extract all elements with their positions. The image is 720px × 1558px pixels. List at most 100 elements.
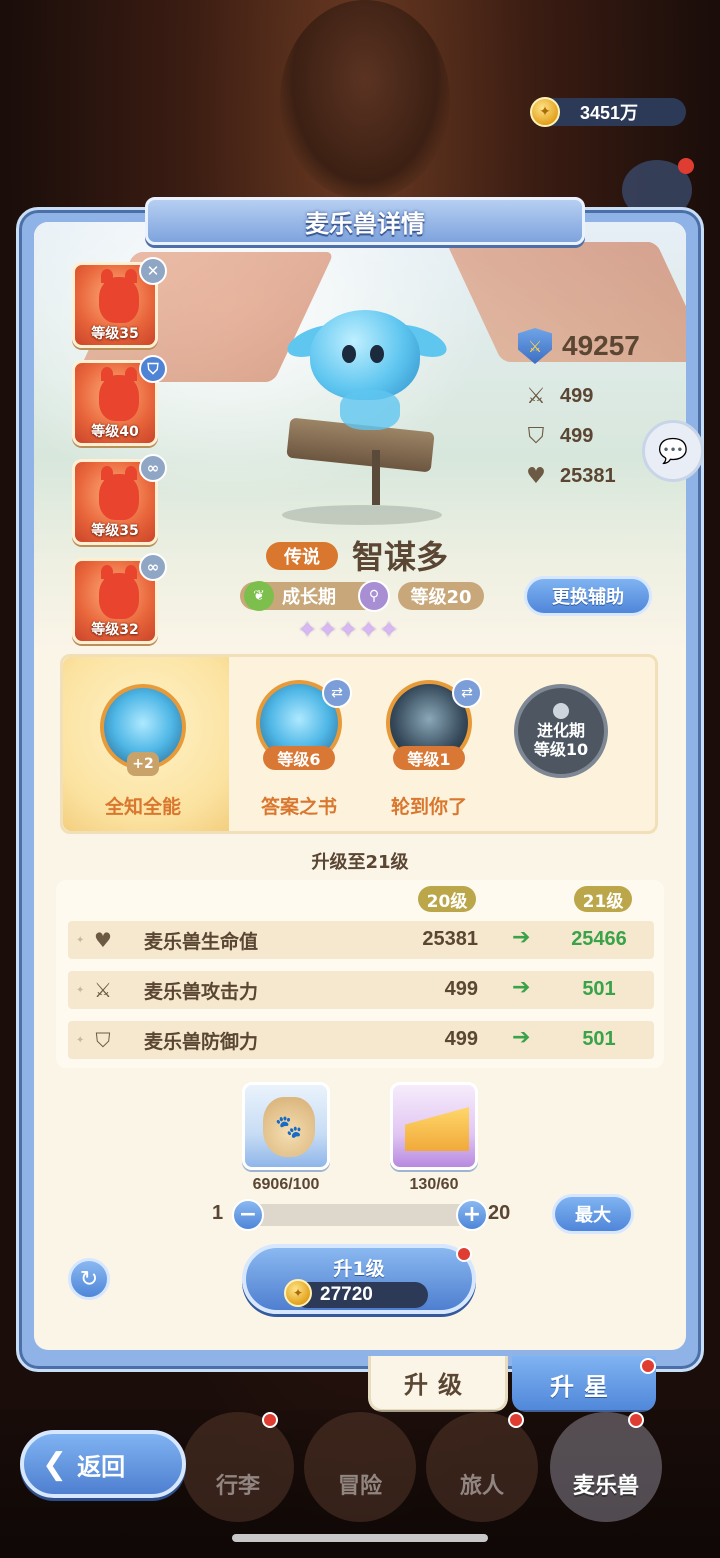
row-next: 501 [582, 1028, 616, 1050]
gold-coin-icon: ✦ [284, 1279, 312, 1307]
row-current: 499 [444, 1028, 478, 1050]
row-label: 麦乐兽攻击力 [144, 981, 259, 1003]
gold-currency-display: ✦ 3451万 [530, 97, 686, 127]
slider-min-value: 1 [212, 1202, 224, 1224]
bullet-dot: ✦ [76, 935, 85, 946]
skill-slot-1-name: 答案之书 [260, 796, 337, 818]
skill-slot-2-name: 轮到你了 [390, 796, 467, 818]
change-assist-button[interactable]: 更换辅助 [524, 576, 652, 616]
star-icon: ✦ [359, 618, 378, 643]
star-rating: ✦ ✦ ✦ ✦ ✦ [298, 618, 398, 643]
material-count: 6906/100 [252, 1176, 320, 1193]
tab-star-up[interactable]: 升星 [512, 1356, 656, 1412]
upgrade-target-title: 升级至21级 [311, 852, 409, 873]
bullet-dot: ✦ [76, 985, 85, 996]
row-next: 25466 [571, 928, 627, 950]
heart-icon: ♥ [526, 463, 546, 489]
star-icon: ✦ [318, 618, 337, 643]
row-current: 499 [444, 978, 478, 1000]
attack-stat: ⚔ 499 [522, 382, 593, 410]
team-member-card[interactable]: 等级35 ∞ [72, 454, 167, 545]
plus-button[interactable]: + [456, 1199, 488, 1231]
team-member-portrait [99, 565, 139, 619]
pet-shadow [282, 505, 442, 525]
shield-icon: ⛉ [139, 355, 167, 383]
hp-stat: ♥ 25381 [522, 462, 616, 490]
nav-pets[interactable]: 麦乐兽 [550, 1412, 662, 1522]
main-skill-icon[interactable]: +2 [100, 684, 186, 776]
chat-button[interactable]: 💬 [642, 420, 704, 482]
notification-dot [628, 1412, 644, 1428]
minus-button[interactable]: − [232, 1199, 264, 1231]
team-member-card[interactable]: 等级40 ⛉ [72, 355, 167, 446]
crossed-swords-icon: ⚔ [94, 978, 112, 1002]
team-member-level: 等级40 [91, 424, 139, 440]
magnifier-icon[interactable]: ⚲ [358, 580, 390, 612]
notification-dot [640, 1358, 656, 1374]
rarity-tag: 传说 [266, 542, 338, 570]
link-icon: ∞ [139, 553, 167, 581]
notification-dot [456, 1246, 472, 1262]
current-level-header: 20级 [418, 886, 476, 912]
locked-skill-slot[interactable]: 进化期 等级10 [514, 684, 608, 778]
arrow-right-icon: ➔ [512, 925, 531, 950]
tab-upgrade[interactable]: 升级 [368, 1356, 508, 1412]
gold-amount: 3451万 [580, 103, 639, 123]
team-member-card[interactable]: 等级35 ✕ [72, 257, 167, 348]
crossed-swords-icon: ⚔ [526, 383, 546, 409]
swap-icon[interactable]: ⇄ [322, 678, 352, 708]
skill-slot-2[interactable]: ⇄ 等级1 [386, 678, 482, 770]
paw-bag-icon: 🐾 [263, 1097, 315, 1157]
growth-stage-label: 成长期 [282, 587, 336, 608]
background-character [280, 0, 450, 200]
pet-portrait [310, 310, 420, 400]
defense-value: 499 [560, 424, 594, 447]
notification-dot [262, 1412, 278, 1428]
level-up-label: 升1级 [333, 1258, 385, 1280]
nav-luggage[interactable]: 行李 [182, 1412, 294, 1522]
reset-button[interactable]: ↻ [68, 1258, 110, 1300]
row-current: 25381 [422, 928, 478, 950]
arrow-right-icon: ➔ [512, 1025, 531, 1050]
growth-stage-chip: ❦ 成长期 ⚲ [240, 580, 390, 612]
locked-level: 等级10 [533, 740, 589, 759]
main-skill-name: 全知全能 [104, 796, 181, 818]
close-icon[interactable]: ✕ [139, 257, 167, 285]
chat-bubbles-icon: 💬 [658, 437, 688, 465]
upgrade-row-defense: ✦ ⛉ 麦乐兽防御力 499 ➔ 501 [68, 1021, 654, 1059]
home-indicator[interactable] [232, 1534, 488, 1542]
pet-name: 智谋多 [352, 538, 449, 576]
nav-traveler[interactable]: 旅人 [426, 1412, 538, 1522]
notification-dot [678, 158, 694, 174]
material-cheese[interactable] [390, 1082, 478, 1170]
level-up-button[interactable]: 升1级 ✦ 27720 [242, 1244, 476, 1314]
team-member-card[interactable]: 等级32 ∞ [72, 553, 167, 644]
team-member-level: 等级32 [91, 622, 139, 638]
team-member-portrait [99, 367, 139, 421]
back-button[interactable]: ❮ 返回 [20, 1430, 186, 1498]
panel-title-banner: 麦乐兽详情 [145, 197, 585, 245]
star-icon: ✦ [379, 618, 399, 643]
back-label: 返回 [77, 1452, 126, 1481]
level-count-slider[interactable] [246, 1204, 472, 1226]
bullet-dot: ✦ [76, 1035, 85, 1046]
nav-adventure[interactable]: 冒险 [304, 1412, 416, 1522]
combat-power-icon: ⚔ [518, 328, 552, 364]
notification-dot [508, 1412, 524, 1428]
level-up-cost: ✦ 27720 [284, 1279, 428, 1308]
refresh-icon: ↻ [79, 1266, 99, 1292]
team-member-level: 等级35 [91, 523, 139, 539]
team-member-level: 等级35 [91, 326, 139, 342]
swap-icon[interactable]: ⇄ [452, 678, 482, 708]
row-label: 麦乐兽生命值 [144, 931, 259, 953]
star-icon: ✦ [338, 618, 358, 643]
back-arrow-icon: ❮ [42, 1446, 68, 1482]
slider-max-value: 20 [488, 1202, 511, 1224]
row-label: 麦乐兽防御力 [144, 1031, 259, 1053]
attack-value: 499 [560, 384, 594, 407]
skill-slot-1[interactable]: ⇄ 等级6 [256, 678, 352, 770]
max-button[interactable]: 最大 [552, 1194, 634, 1234]
defense-stat: ⛉ 499 [522, 422, 594, 450]
leaf-icon: ❦ [244, 581, 274, 611]
material-pet-food[interactable]: 🐾 [242, 1082, 330, 1170]
